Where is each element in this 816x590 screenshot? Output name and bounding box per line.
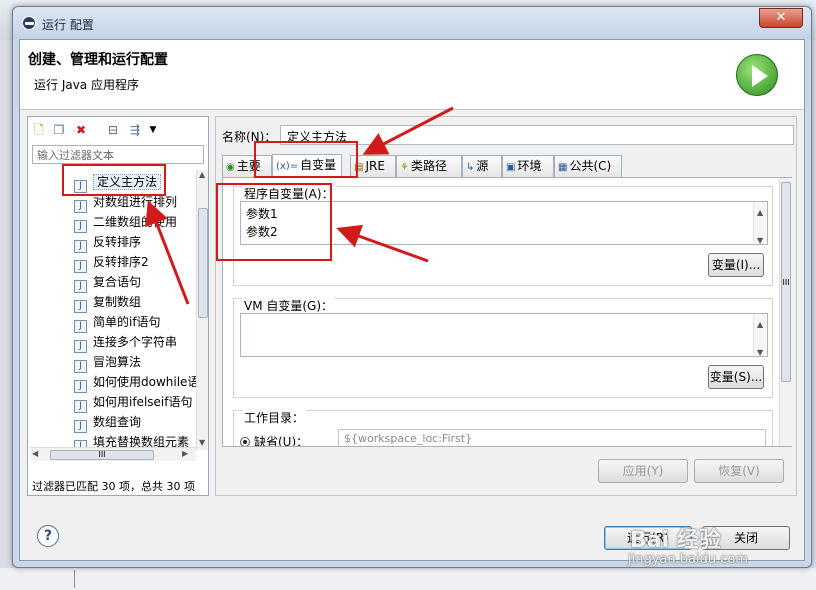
annotation-arrow-tab: [362, 106, 454, 155]
annotation-arrow-config: [145, 200, 190, 305]
watermark-url: jingyan.baidu.com: [628, 552, 748, 567]
watermark-brand: Bai 经验: [630, 528, 721, 553]
annotation-arrow-args: [336, 224, 429, 263]
annotation-arrows: [145, 106, 454, 305]
